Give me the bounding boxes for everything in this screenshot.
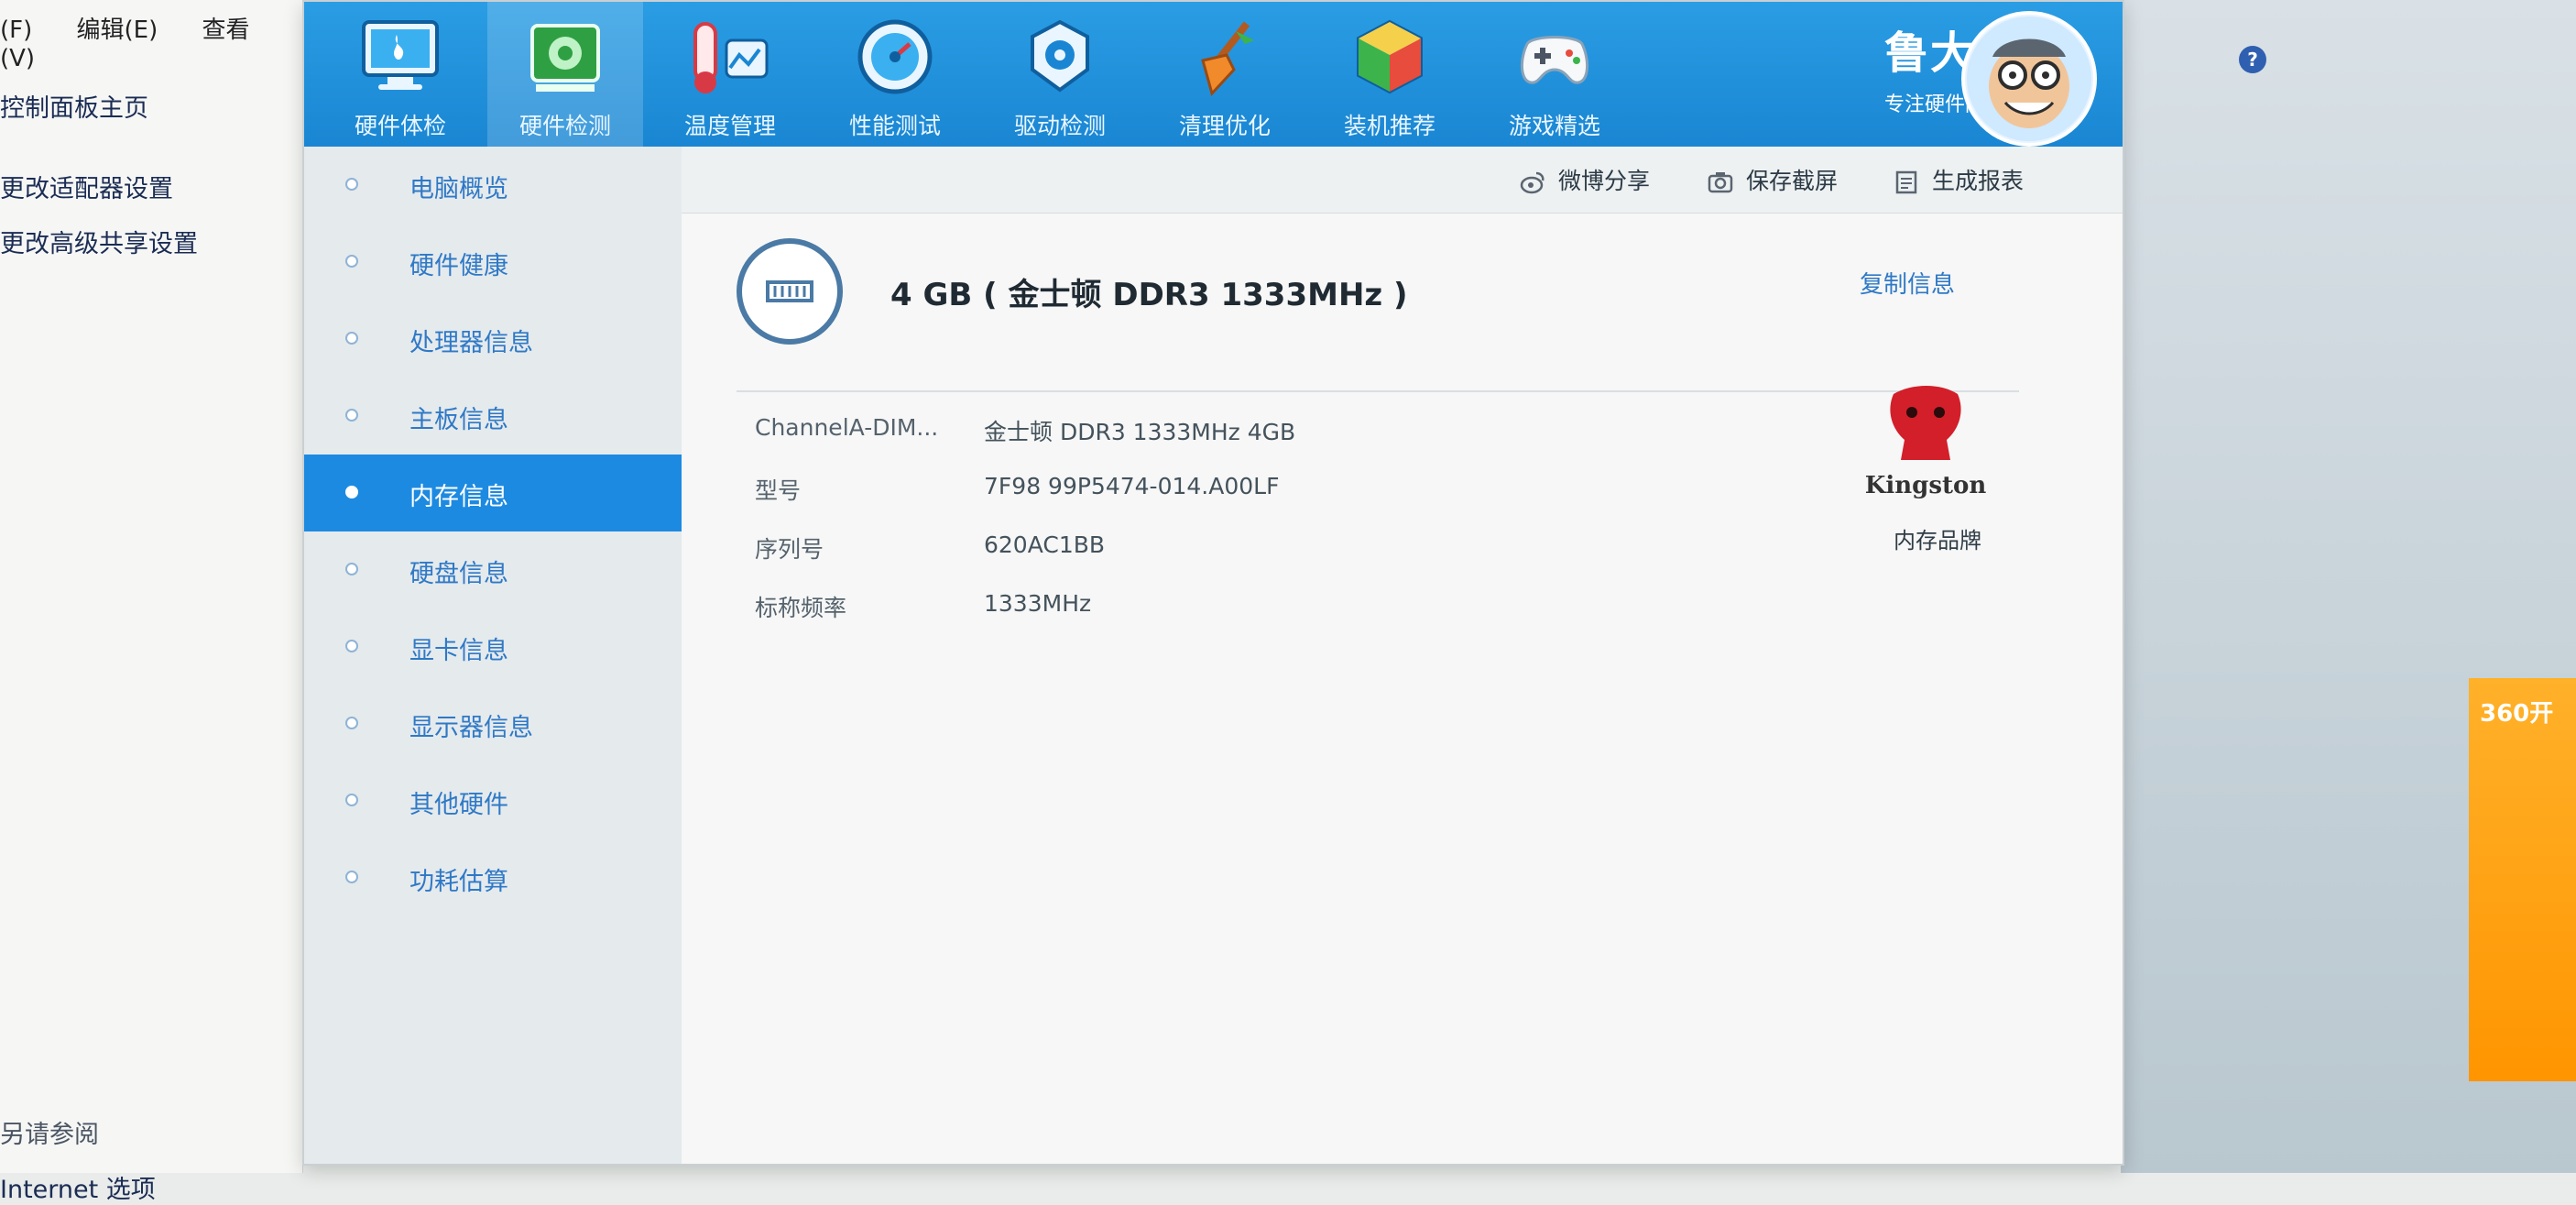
promo-text: 360开 <box>2480 700 2554 728</box>
sidebar-item-graphics[interactable]: 显卡信息 <box>304 608 682 685</box>
tool-label: 装机推荐 <box>1343 113 1435 139</box>
tool-hardware-checkup[interactable]: 硬件体检 <box>322 2 478 147</box>
row-value: 金士顿 DDR3 1333MHz 4GB <box>984 419 1296 445</box>
tool-game-picks[interactable]: 游戏精选 <box>1477 2 1632 147</box>
chip-icon <box>530 24 600 92</box>
gauge-icon <box>857 19 933 94</box>
kingston-logo: Kingston <box>1865 386 1987 499</box>
broom-icon <box>1201 21 1254 96</box>
bullet-icon <box>345 332 358 345</box>
bullet-icon <box>345 409 358 422</box>
monitor-icon <box>362 20 439 90</box>
tool-label: 硬件体检 <box>354 113 446 139</box>
sidebar-item-overview[interactable]: 电脑概览 <box>304 147 682 224</box>
see-also-title: 另请参阅 <box>0 1121 99 1149</box>
thermometer-icon <box>693 22 769 93</box>
row-key: ChannelA-DIM... <box>755 414 939 441</box>
sidebar-item-label: 显示器信息 <box>409 714 533 742</box>
sidebar-item-label: 功耗估算 <box>409 868 508 896</box>
bullet-icon <box>345 178 358 191</box>
tool-performance-test[interactable]: 性能测试 <box>817 2 973 147</box>
sidebar-item-label: 显卡信息 <box>409 637 508 665</box>
tool-label: 温度管理 <box>683 113 776 139</box>
sidebar-item-label: 硬盘信息 <box>409 560 508 588</box>
row-key: 序列号 <box>755 536 824 563</box>
promo-panel[interactable]: 360开 <box>2469 678 2576 1081</box>
tool-temperature[interactable]: 温度管理 <box>652 2 808 147</box>
menu-edit[interactable]: 编辑(E) <box>77 16 158 44</box>
bullet-icon <box>345 640 358 652</box>
tool-build-recommend[interactable]: 装机推荐 <box>1312 2 1468 147</box>
sidebar-item-label: 电脑概览 <box>409 175 508 203</box>
internet-options-link[interactable]: Internet 选项 <box>0 1169 156 1205</box>
bullet-icon <box>345 717 358 729</box>
tool-hardware-detection[interactable]: 硬件检测 <box>487 2 643 147</box>
kingston-logo-text: Kingston <box>1865 472 1987 499</box>
row-key: 型号 <box>755 477 802 504</box>
ram-stick-icon <box>766 280 813 302</box>
sidebar-item-label: 硬件健康 <box>409 252 508 280</box>
header-divider <box>737 390 2019 392</box>
control-panel-home-link[interactable]: 控制面板主页 <box>0 88 148 124</box>
row-value: 7F98 99P5474-014.A00LF <box>984 473 1280 499</box>
row-value: 620AC1BB <box>984 531 1106 558</box>
copy-info-link[interactable]: 复制信息 <box>1860 266 1955 300</box>
gamepad-icon <box>1521 36 1588 84</box>
sidebar-item-label: 主板信息 <box>409 406 508 434</box>
bullet-icon <box>345 486 358 498</box>
sidebar-item-memory[interactable]: 内存信息 <box>304 455 682 531</box>
tool-label: 驱动检测 <box>1013 113 1106 139</box>
memory-title: 4 GB ( 金士顿 DDR3 1333MHz ) <box>890 277 1408 313</box>
sidebar-item-power-estimate[interactable]: 功耗估算 <box>304 839 682 916</box>
bullet-icon <box>345 871 358 883</box>
change-adapter-settings-link[interactable]: 更改适配器设置 <box>0 169 173 204</box>
tool-driver-check[interactable]: 驱动检测 <box>982 2 1138 147</box>
memory-header: 4 GB ( 金士顿 DDR3 1333MHz ) 复制信息 <box>737 238 2065 367</box>
sidebar-item-disk[interactable]: 硬盘信息 <box>304 531 682 608</box>
weibo-share-button[interactable]: 微博分享 <box>1520 163 1650 196</box>
tool-label: 硬件检测 <box>518 113 611 139</box>
control-panel-window: (F) 编辑(E) 查看(V) 控制面板主页 更改适配器设置 更改高级共享设置 … <box>0 0 303 1204</box>
action-bar: 微博分享 保存截屏 生成报表 <box>682 147 2123 214</box>
sidebar-item-hardware-health[interactable]: 硬件健康 <box>304 224 682 301</box>
weibo-share-label: 微博分享 <box>1558 168 1651 194</box>
row-value: 1333MHz <box>984 590 1092 617</box>
row-key: 标称频率 <box>755 595 847 621</box>
bullet-icon <box>345 563 358 575</box>
report-icon <box>1895 170 1917 194</box>
sidebar-item-label: 内存信息 <box>409 483 508 511</box>
save-screenshot-label: 保存截屏 <box>1746 168 1839 194</box>
tool-clean-optimize[interactable]: 清理优化 <box>1147 2 1303 147</box>
bullet-icon <box>345 255 358 268</box>
tool-label: 性能测试 <box>848 113 941 139</box>
sidebar: 电脑概览 硬件健康 处理器信息 主板信息 内存信息 硬盘信息 显卡信息 显示器信… <box>304 147 682 1164</box>
camera-icon <box>1708 172 1733 193</box>
tool-label: 清理优化 <box>1178 113 1271 139</box>
save-screenshot-button[interactable]: 保存截屏 <box>1708 163 1838 196</box>
sidebar-item-other-hardware[interactable]: 其他硬件 <box>304 762 682 839</box>
generate-report-button[interactable]: 生成报表 <box>1894 163 2024 196</box>
tool-label: 游戏精选 <box>1508 113 1600 139</box>
menu-bar: (F) 编辑(E) 查看(V) <box>0 11 302 72</box>
sidebar-item-monitor[interactable]: 显示器信息 <box>304 685 682 762</box>
ludashi-window: 硬件体检 硬件检测 温度管理 性能测试 驱动检测 清理优化 装机推荐 游戏精选 … <box>302 0 2124 1166</box>
bullet-icon <box>345 794 358 806</box>
sidebar-item-motherboard[interactable]: 主板信息 <box>304 378 682 455</box>
memory-info-panel: 微博分享 保存截屏 生成报表 4 GB (金士顿 DDR3 1333MHz)… <box>682 147 2123 1164</box>
memory-brand-label: 内存品牌 <box>1894 528 1981 553</box>
help-icon[interactable]: ? <box>2239 46 2266 73</box>
memory-module-icon <box>737 238 843 345</box>
cube-icon <box>1357 19 1423 94</box>
sidebar-item-cpu[interactable]: 处理器信息 <box>304 301 682 378</box>
ludashi-mascot-icon <box>1967 16 2091 141</box>
sidebar-item-label: 其他硬件 <box>409 791 508 819</box>
advanced-sharing-settings-link[interactable]: 更改高级共享设置 <box>0 224 198 259</box>
avatar[interactable] <box>1961 11 2097 147</box>
generate-report-label: 生成报表 <box>1932 168 2025 194</box>
weibo-icon <box>1520 171 1545 194</box>
menu-file[interactable]: (F) <box>0 16 32 44</box>
sidebar-item-label: 处理器信息 <box>409 329 533 357</box>
gear-icon <box>1031 19 1089 93</box>
top-toolbar: 硬件体检 硬件检测 温度管理 性能测试 驱动检测 清理优化 装机推荐 游戏精选 … <box>304 2 2123 147</box>
